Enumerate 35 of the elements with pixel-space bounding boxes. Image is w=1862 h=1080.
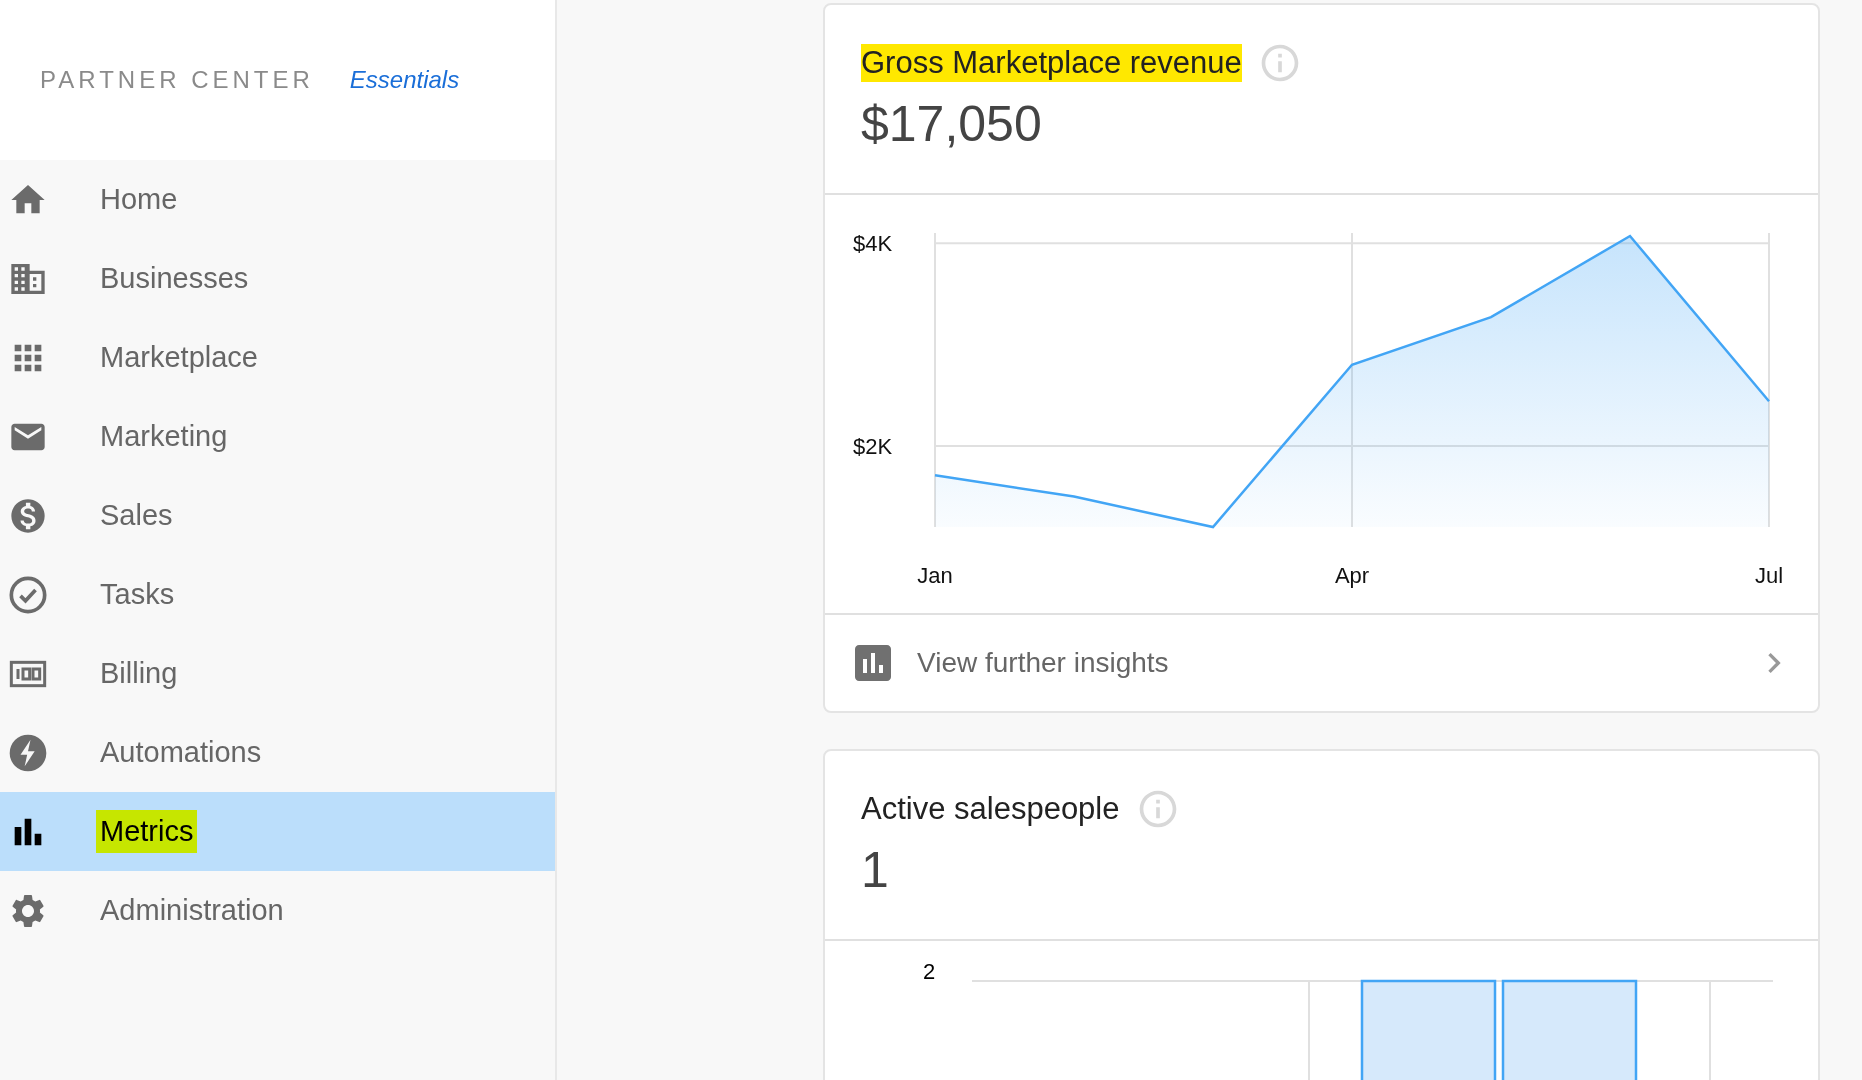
metric-value: $17,050 <box>861 95 1043 154</box>
nav-label: Tasks <box>99 576 176 612</box>
nav-label: Home <box>99 181 179 217</box>
nav-item[interactable]: Sales <box>0 476 555 555</box>
nav-item[interactable]: Marketplace <box>0 318 555 397</box>
check-circle-icon <box>8 574 48 615</box>
card-title: Active salespeople <box>861 789 1120 828</box>
axis-label: Jul <box>1754 563 1784 588</box>
nav-item[interactable]: Metrics <box>0 792 555 871</box>
card-title: Gross Marketplace revenue <box>861 43 1242 83</box>
metric-value: 1 <box>861 841 890 900</box>
insights-link[interactable]: View further insights <box>825 615 1818 711</box>
axis-label: Apr <box>1334 563 1370 588</box>
axis-label: $4K <box>853 231 893 257</box>
nav-label: Marketplace <box>99 339 259 375</box>
nav-label: Billing <box>99 655 179 691</box>
edition-label: Essentials <box>349 65 460 95</box>
nav-item[interactable]: Tasks <box>0 555 555 634</box>
nav-label: Administration <box>99 892 285 928</box>
nav-label: Marketing <box>99 418 229 454</box>
nav-label: Sales <box>99 497 174 533</box>
nav-label: Businesses <box>99 260 250 296</box>
lightning-icon <box>8 732 48 773</box>
nav-item[interactable]: Home <box>0 160 555 239</box>
axis-label: $2K <box>853 433 893 459</box>
nav-item[interactable]: Marketing <box>0 397 555 476</box>
nav-label: Automations <box>99 734 263 770</box>
nav-item[interactable]: Billing <box>0 634 555 713</box>
axis-label: Jan <box>917 563 953 588</box>
nav-item[interactable]: Businesses <box>0 239 555 318</box>
nav-item[interactable]: Administration <box>0 871 555 950</box>
nav-label: Metrics <box>96 809 198 854</box>
axis-label: 2 <box>923 958 936 986</box>
brand-name: PARTNER CENTER <box>40 65 314 95</box>
nav-item[interactable]: Automations <box>0 713 555 792</box>
